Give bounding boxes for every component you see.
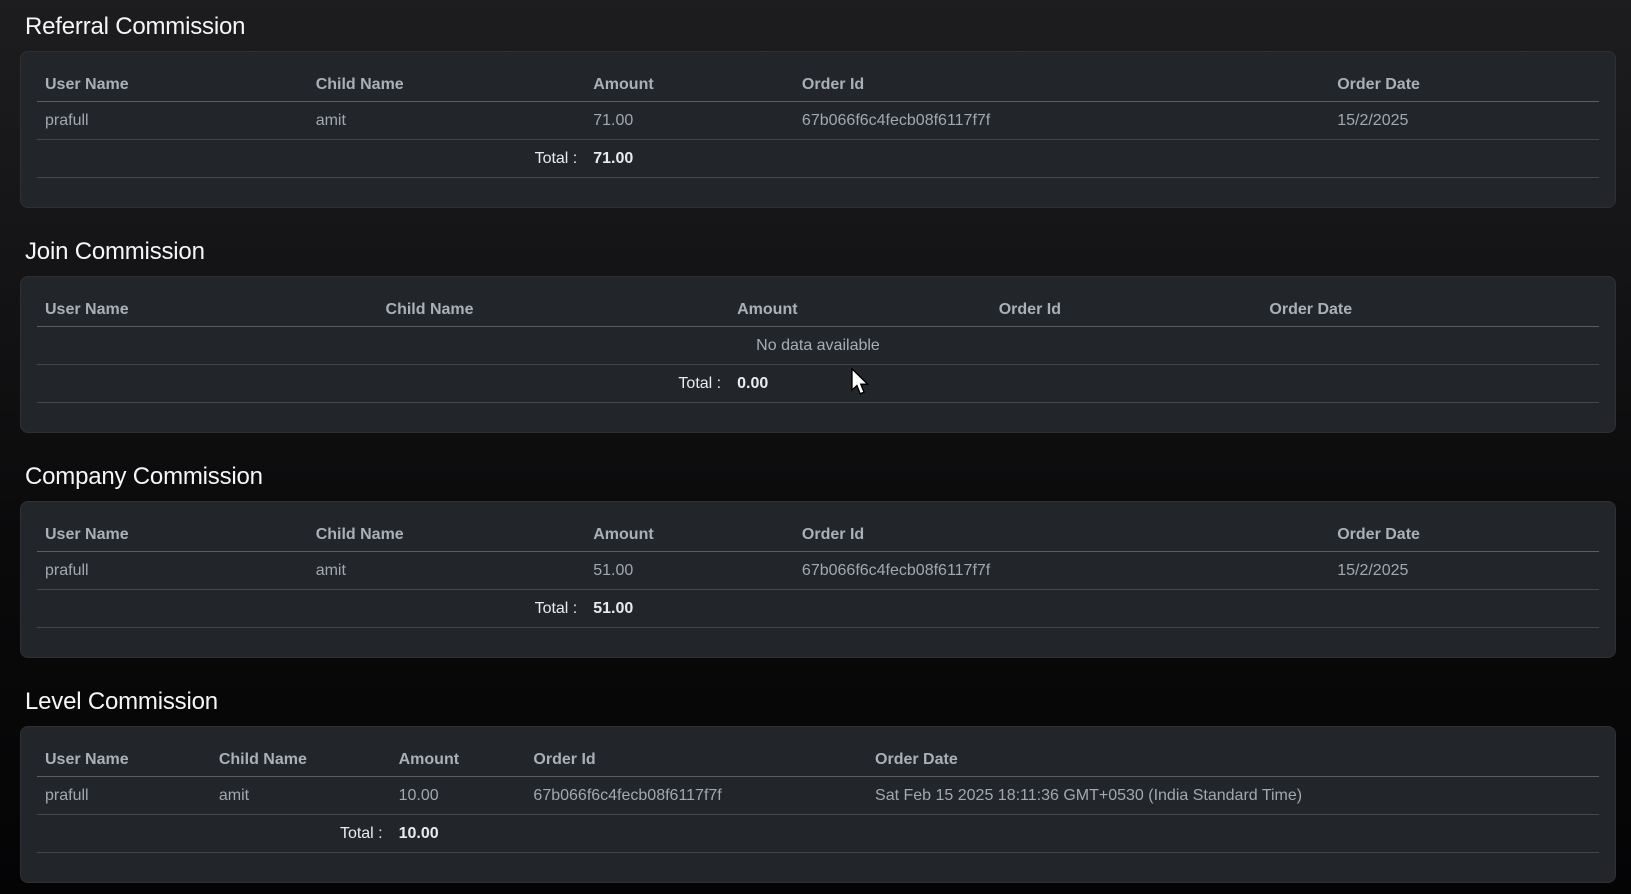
col-header-child-name: Child Name: [308, 518, 586, 552]
referral-commission-table: User Name Child Name Amount Order Id Ord…: [37, 68, 1599, 178]
table-row: prafull amit 71.00 67b066f6c4fecb08f6117…: [37, 102, 1599, 140]
no-data-row: No data available: [37, 327, 1599, 365]
total-label: Total :: [37, 815, 391, 853]
cell-order-date: 15/2/2025: [1329, 102, 1599, 140]
col-header-order-id: Order Id: [525, 743, 867, 777]
section-title: Referral Commission: [25, 12, 1616, 41]
company-commission-section: Company Commission User Name Child Name …: [20, 462, 1616, 658]
col-header-child-name: Child Name: [308, 68, 586, 102]
commission-card: User Name Child Name Amount Order Id Ord…: [20, 51, 1616, 208]
cell-user-name: prafull: [37, 552, 308, 590]
col-header-order-date: Order Date: [1261, 293, 1599, 327]
cell-child-name: amit: [308, 552, 586, 590]
table-header-row: User Name Child Name Amount Order Id Ord…: [37, 293, 1599, 327]
table-header-row: User Name Child Name Amount Order Id Ord…: [37, 518, 1599, 552]
table-header-row: User Name Child Name Amount Order Id Ord…: [37, 743, 1599, 777]
commission-card: User Name Child Name Amount Order Id Ord…: [20, 726, 1616, 883]
col-header-amount: Amount: [585, 68, 794, 102]
table-header-row: User Name Child Name Amount Order Id Ord…: [37, 68, 1599, 102]
join-commission-table: User Name Child Name Amount Order Id Ord…: [37, 293, 1599, 403]
cell-amount: 71.00: [585, 102, 794, 140]
cell-child-name: amit: [308, 102, 586, 140]
total-value: 71.00: [585, 140, 794, 178]
total-row: Total : 71.00: [37, 140, 1599, 178]
commission-card: User Name Child Name Amount Order Id Ord…: [20, 501, 1616, 658]
total-row: Total : 0.00: [37, 365, 1599, 403]
total-row-filler: [794, 140, 1599, 178]
section-title: Company Commission: [25, 462, 1616, 491]
col-header-order-date: Order Date: [1329, 518, 1599, 552]
referral-commission-section: Referral Commission User Name Child Name…: [20, 12, 1616, 208]
table-row: prafull amit 10.00 67b066f6c4fecb08f6117…: [37, 777, 1599, 815]
col-header-user-name: User Name: [37, 293, 378, 327]
cell-order-id: 67b066f6c4fecb08f6117f7f: [794, 552, 1329, 590]
col-header-order-id: Order Id: [991, 293, 1262, 327]
cell-amount: 10.00: [391, 777, 526, 815]
col-header-user-name: User Name: [37, 518, 308, 552]
no-data-message: No data available: [37, 327, 1599, 365]
cell-order-date: Sat Feb 15 2025 18:11:36 GMT+0530 (India…: [867, 777, 1599, 815]
total-label: Total :: [37, 590, 585, 628]
cell-amount: 51.00: [585, 552, 794, 590]
col-header-order-id: Order Id: [794, 68, 1329, 102]
col-header-amount: Amount: [391, 743, 526, 777]
total-label: Total :: [37, 365, 729, 403]
col-header-amount: Amount: [729, 293, 991, 327]
cell-user-name: prafull: [37, 102, 308, 140]
level-commission-table: User Name Child Name Amount Order Id Ord…: [37, 743, 1599, 853]
section-title: Join Commission: [25, 237, 1616, 266]
company-commission-table: User Name Child Name Amount Order Id Ord…: [37, 518, 1599, 628]
cell-order-id: 67b066f6c4fecb08f6117f7f: [794, 102, 1329, 140]
commission-card: User Name Child Name Amount Order Id Ord…: [20, 276, 1616, 433]
col-header-order-id: Order Id: [794, 518, 1329, 552]
col-header-amount: Amount: [585, 518, 794, 552]
level-commission-section: Level Commission User Name Child Name Am…: [20, 687, 1616, 883]
total-row-filler: [794, 590, 1599, 628]
col-header-user-name: User Name: [37, 743, 211, 777]
total-label: Total :: [37, 140, 585, 178]
total-value: 0.00: [729, 365, 991, 403]
total-row: Total : 51.00: [37, 590, 1599, 628]
col-header-user-name: User Name: [37, 68, 308, 102]
total-row-filler: [525, 815, 1599, 853]
total-value: 51.00: [585, 590, 794, 628]
total-row: Total : 10.00: [37, 815, 1599, 853]
col-header-order-date: Order Date: [867, 743, 1599, 777]
total-value: 10.00: [391, 815, 526, 853]
col-header-order-date: Order Date: [1329, 68, 1599, 102]
cell-order-date: 15/2/2025: [1329, 552, 1599, 590]
table-row: prafull amit 51.00 67b066f6c4fecb08f6117…: [37, 552, 1599, 590]
cell-user-name: prafull: [37, 777, 211, 815]
section-title: Level Commission: [25, 687, 1616, 716]
col-header-child-name: Child Name: [211, 743, 391, 777]
cell-child-name: amit: [211, 777, 391, 815]
join-commission-section: Join Commission User Name Child Name Amo…: [20, 237, 1616, 433]
col-header-child-name: Child Name: [378, 293, 730, 327]
cell-order-id: 67b066f6c4fecb08f6117f7f: [525, 777, 867, 815]
total-row-filler: [991, 365, 1599, 403]
